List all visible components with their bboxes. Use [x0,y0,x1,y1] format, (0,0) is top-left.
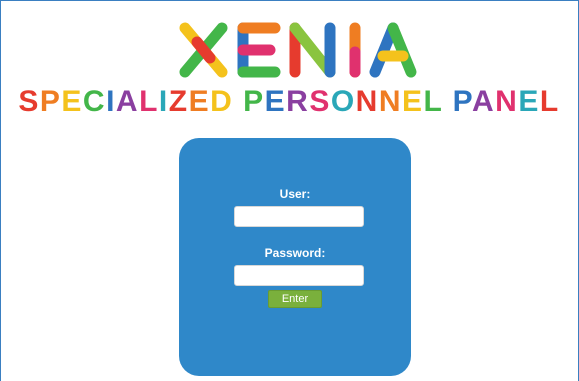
xenia-logo: SPECIALIZED PERSONNEL PANEL [18,22,559,118]
logo-subtitle-text: SPECIALIZED PERSONNEL PANEL [18,85,559,118]
logo-subtitle: SPECIALIZED PERSONNEL PANEL [18,85,559,118]
password-label: Password: [264,246,326,260]
user-label: User: [279,187,311,201]
logo-letter-n [289,22,336,78]
logo-letter-e [237,22,281,78]
logo-letter-x [179,22,228,78]
login-panel: User: Password: Enter [179,138,411,376]
password-input[interactable] [234,265,364,286]
user-input[interactable] [234,206,364,227]
logo-letter-a [369,22,417,78]
enter-button[interactable]: Enter [268,290,322,308]
